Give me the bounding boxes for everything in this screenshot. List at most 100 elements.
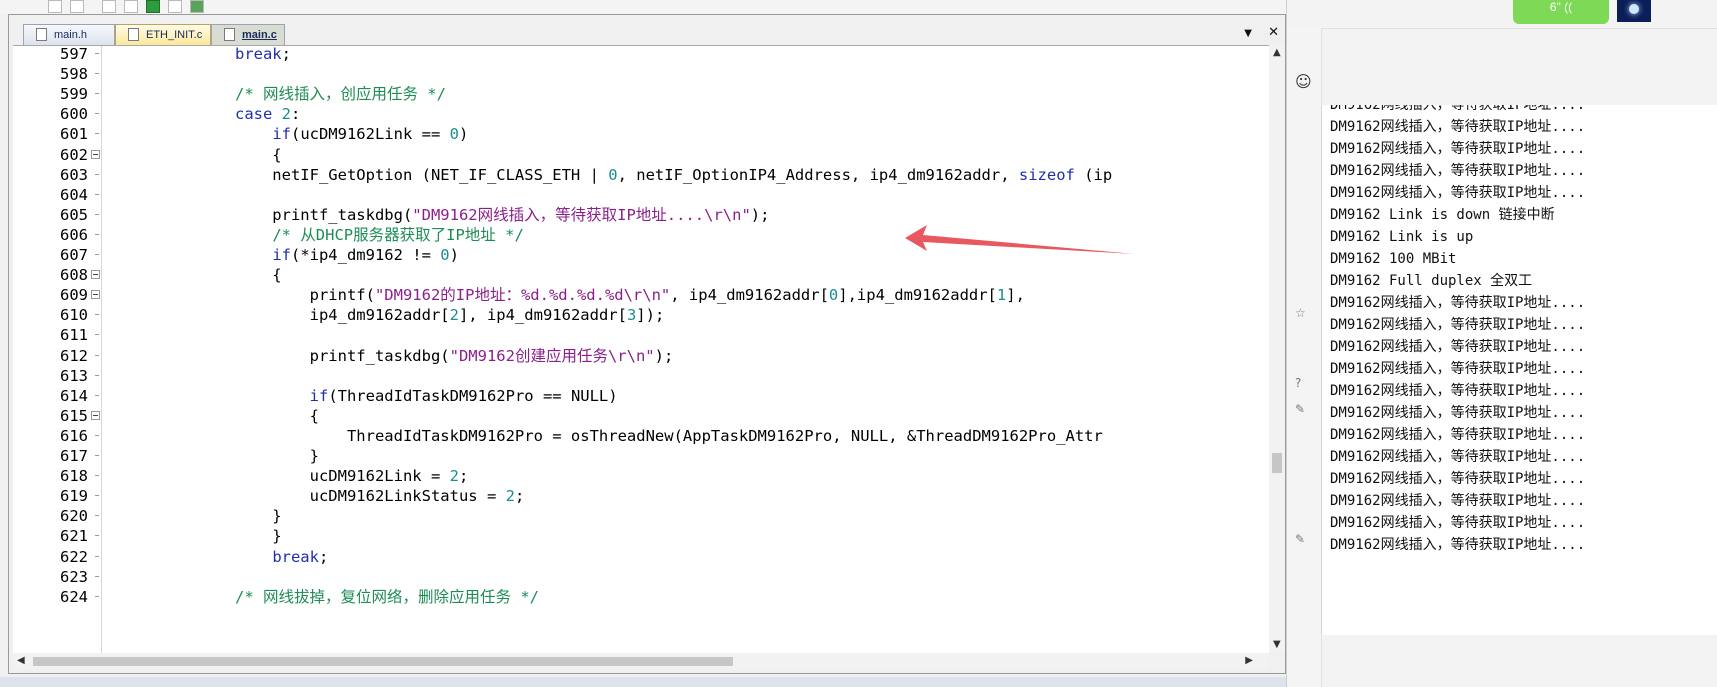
code-text: break; <box>234 45 291 63</box>
terminal-line: DM9162 Full duplex 全双工 <box>1330 273 1533 289</box>
line-number: 601 <box>60 125 88 144</box>
image-thumbnail[interactable] <box>1617 0 1651 22</box>
terminal-line: DM9162网线插入，等待获取IP地址.... <box>1330 515 1586 531</box>
settings-icon[interactable] <box>190 0 204 13</box>
code-line[interactable]: 603 netIF_GetOption (NET_IF_CLASS_ETH | … <box>13 164 1269 186</box>
code-text: /* 网线插入，创应用任务 */ <box>234 85 446 104</box>
vertical-scrollbar[interactable]: ▲ ▼ <box>1269 45 1285 652</box>
copy-icon[interactable] <box>124 0 138 13</box>
tab-dropdown-icon[interactable]: ▼ <box>1244 28 1252 39</box>
code-line[interactable]: 600 case 2: <box>13 103 1269 125</box>
code-line[interactable]: 618 ucDM9162Link = 2; <box>13 465 1269 487</box>
terminal-line: DM9162网线插入，等待获取IP地址.... <box>1330 361 1586 377</box>
tab-controls: ▼ ✕ <box>1232 25 1279 40</box>
code-line[interactable]: 612 printf_taskdbg("DM9162创建应用任务\r\n"); <box>13 345 1269 367</box>
code-line[interactable]: 599 /* 网线插入，创应用任务 */ <box>13 83 1269 105</box>
code-line[interactable]: 608 { <box>13 264 1269 286</box>
code-line[interactable]: 604 <box>13 184 1269 206</box>
line-number: 617 <box>60 447 88 465</box>
code-line[interactable]: 613 <box>13 365 1269 387</box>
code-line[interactable]: 610 ip4_dm9162addr[2], ip4_dm9162addr[3]… <box>13 304 1269 326</box>
code-line[interactable]: 616 ThreadIdTaskDM9162Pro = osThreadNew(… <box>13 425 1269 447</box>
edit-icon[interactable]: ✎ <box>1295 402 1305 416</box>
code-line[interactable]: 621 } <box>13 525 1269 547</box>
fold-toggle-icon[interactable] <box>91 290 100 300</box>
tab-bar: main.h ETH_INIT.c main.c ▼ ✕ <box>9 19 1285 45</box>
line-number: 624 <box>60 587 88 606</box>
file-icon <box>36 28 47 41</box>
smiley-icon[interactable]: ☺ <box>1295 72 1312 91</box>
green-button-label: 6" (( <box>1549 0 1573 14</box>
side-icon-strip: ☺ ☆ ? ✎ ✎ <box>1287 28 1322 687</box>
code-line[interactable]: 623 <box>13 566 1269 588</box>
fold-line-icon <box>95 455 99 456</box>
terminal-output[interactable]: DM9162网线插入，等待获取IP地址.... DM9162网线插入，等待获取IP… <box>1321 105 1717 635</box>
fold-line-icon <box>95 193 99 195</box>
fold-line-icon <box>95 374 99 376</box>
terminal-line: DM9162网线插入，等待获取IP地址.... <box>1330 141 1586 157</box>
close-icon[interactable]: ✕ <box>1268 25 1279 40</box>
fold-line-icon <box>95 233 99 235</box>
tab-main-h[interactable]: main.h <box>23 24 115 45</box>
diamond-icon[interactable] <box>146 0 160 13</box>
code-line[interactable]: 598 <box>13 63 1269 85</box>
line-number: 600 <box>60 105 88 124</box>
scroll-left-icon[interactable]: ◀ <box>17 655 25 666</box>
code-line[interactable]: 622 break; <box>13 546 1269 568</box>
code-line[interactable]: 620 } <box>13 505 1269 527</box>
pen-icon[interactable]: ✎ <box>1295 532 1305 546</box>
vertical-scroll-thumb[interactable] <box>1272 453 1282 473</box>
code-text: /* 从DHCP服务器获取了IP地址 */ <box>272 225 524 244</box>
right-panel-header: 6" (( <box>1287 0 1717 29</box>
fold-toggle-icon[interactable] <box>91 149 100 159</box>
annotation-arrow-icon <box>905 225 1135 254</box>
dropdown-icon[interactable] <box>48 0 62 13</box>
code-text: ucDM9162Link = 2; <box>123 467 469 486</box>
code-area[interactable]: 597 break; 598 599 /* 网线插入，创应用任务 */600 cas… <box>13 45 1269 653</box>
code-text: ip4_dm9162addr[2], ip4_dm9162addr[3]); <box>123 306 665 325</box>
scroll-down-icon[interactable]: ▼ <box>1273 639 1281 650</box>
code-line[interactable]: 624 /* 网线拔掉，复位网络，删除应用任务 */ <box>13 586 1269 608</box>
code-text: { <box>123 266 282 285</box>
line-number: 615 <box>60 406 88 425</box>
download-icon[interactable] <box>168 0 182 13</box>
help-icon[interactable]: ? <box>1295 376 1301 390</box>
code-text: { <box>123 145 282 164</box>
terminal-line: DM9162网线插入，等待获取IP地址.... <box>1330 317 1586 333</box>
code-line[interactable]: 617 } <box>13 445 1269 467</box>
line-number: 612 <box>60 346 88 365</box>
line-number: 603 <box>60 165 88 184</box>
fold-line-icon <box>95 575 99 577</box>
build-icon[interactable] <box>102 0 116 13</box>
scroll-up-icon[interactable]: ▲ <box>1273 47 1281 58</box>
horizontal-scrollbar[interactable]: ◀ ▶ <box>13 653 1269 669</box>
star-icon[interactable]: ☆ <box>1295 306 1306 320</box>
code-line[interactable]: 602 { <box>13 144 1269 166</box>
status-strip <box>0 677 1286 687</box>
tab-eth-init-c[interactable]: ETH_INIT.c <box>115 24 211 45</box>
horizontal-scroll-thumb[interactable] <box>33 657 733 666</box>
line-number: 598 <box>60 65 88 84</box>
code-line[interactable]: 615 { <box>13 405 1269 427</box>
code-line[interactable]: 601 if(ucDM9162Link == 0) <box>13 123 1269 145</box>
tool-icon[interactable] <box>70 0 84 13</box>
code-line[interactable]: 597 break; <box>13 45 1269 65</box>
fold-toggle-icon[interactable] <box>91 410 100 420</box>
code-line[interactable]: 614 if(ThreadIdTaskDM9162Pro == NULL) <box>13 385 1269 407</box>
fold-line-icon <box>95 515 99 517</box>
tab-main-c[interactable]: main.c <box>211 24 285 45</box>
fold-line-icon <box>95 113 99 115</box>
scroll-right-icon[interactable]: ▶ <box>1245 655 1253 666</box>
fold-toggle-icon[interactable] <box>91 270 100 280</box>
line-number: 611 <box>60 326 88 345</box>
line-number: 614 <box>60 386 88 405</box>
fold-line-icon <box>95 434 99 436</box>
code-line[interactable]: 609 printf("DM9162的IP地址：%d.%d.%d.%d\r\n"… <box>13 284 1269 306</box>
code-line[interactable]: 619 ucDM9162LinkStatus = 2; <box>13 485 1269 507</box>
code-line[interactable]: 611 <box>13 324 1269 346</box>
green-button[interactable]: 6" (( <box>1513 0 1609 24</box>
code-text: ThreadIdTaskDM9162Pro = osThreadNew(AppT… <box>123 426 1103 445</box>
fold-line-icon <box>95 133 99 135</box>
fold-line-icon <box>95 93 99 95</box>
terminal-line: DM9162网线插入，等待获取IP地址.... <box>1330 427 1586 443</box>
